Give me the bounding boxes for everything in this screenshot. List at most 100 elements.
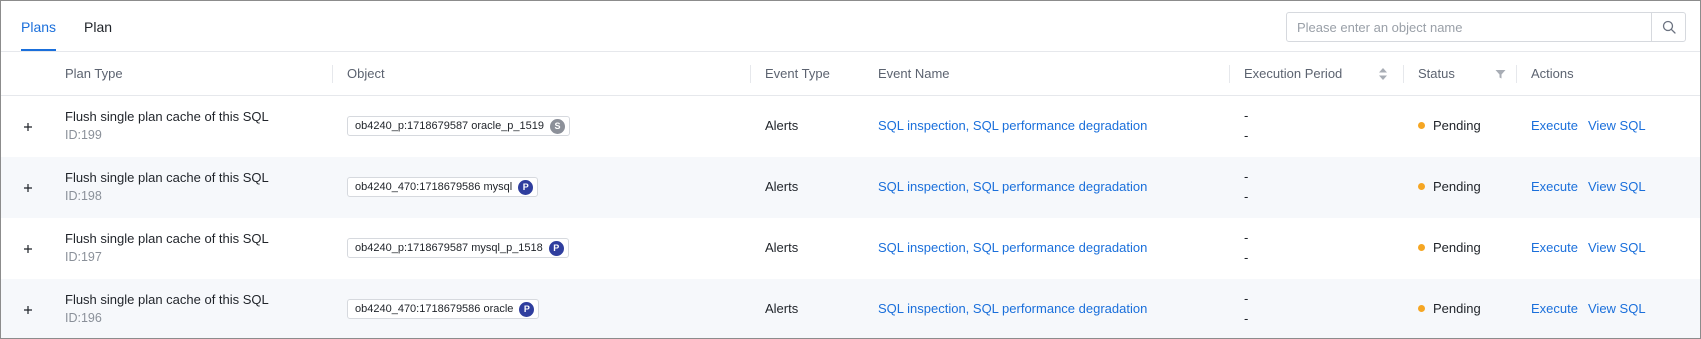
search-box	[1286, 12, 1686, 42]
event-type: Alerts	[765, 301, 799, 316]
object-tag: ob4240_470:1718679586 mysql P	[347, 177, 539, 197]
status-text: Pending	[1433, 240, 1481, 255]
object-tag: ob4240_p:1718679587 oracle_p_1519 S	[347, 116, 571, 136]
table-row: Flush single plan cache of this SQL ID:1…	[1, 279, 1700, 338]
table-row: Flush single plan cache of this SQL ID:1…	[1, 96, 1700, 157]
status-dot-pending	[1418, 244, 1425, 252]
active-tab-indicator	[21, 49, 56, 51]
column-divider	[750, 65, 751, 83]
top-bar: Plans Plan	[1, 1, 1700, 52]
execute-link[interactable]: Execute	[1531, 179, 1578, 194]
period-end: -	[1244, 128, 1249, 143]
period-start: -	[1244, 108, 1249, 123]
status-cell: Pending	[1418, 118, 1481, 133]
column-header-object: Object	[347, 66, 385, 81]
plan-id: ID:196	[65, 311, 102, 325]
plan-type-cell: Flush single plan cache of this SQL ID:1…	[65, 231, 269, 265]
object-type-badge: S	[550, 118, 566, 134]
object-name: ob4240_470:1718679586 mysql	[355, 181, 513, 193]
status-dot-pending	[1418, 305, 1425, 313]
table-row: Flush single plan cache of this SQL ID:1…	[1, 218, 1700, 279]
sort-icon[interactable]	[1378, 67, 1388, 81]
object-name: ob4240_470:1718679586 oracle	[355, 303, 514, 315]
view-sql-link[interactable]: View SQL	[1588, 118, 1646, 133]
plans-panel: Plans Plan Plan Type Object Event Type E…	[0, 0, 1701, 339]
column-divider	[1229, 65, 1230, 83]
column-divider	[1516, 65, 1517, 83]
period-start: -	[1244, 291, 1249, 306]
plan-id: ID:199	[65, 128, 102, 142]
table-header: Plan Type Object Event Type Event Name E…	[1, 52, 1700, 96]
expand-row-button[interactable]	[21, 303, 35, 317]
plus-icon	[24, 123, 32, 131]
view-sql-link[interactable]: View SQL	[1588, 179, 1646, 194]
view-sql-link[interactable]: View SQL	[1588, 240, 1646, 255]
plan-type: Flush single plan cache of this SQL	[65, 231, 269, 246]
plan-type-cell: Flush single plan cache of this SQL ID:1…	[65, 170, 269, 204]
execution-period-cell: - -	[1244, 228, 1248, 268]
event-name-link[interactable]: SQL inspection, SQL performance degradat…	[878, 179, 1147, 194]
execute-link[interactable]: Execute	[1531, 240, 1578, 255]
execution-period-cell: - -	[1244, 289, 1248, 329]
search-icon	[1662, 20, 1676, 34]
status-dot-pending	[1418, 122, 1425, 130]
plan-id: ID:197	[65, 250, 102, 264]
object-type-badge: P	[518, 179, 534, 195]
execution-period-cell: - -	[1244, 167, 1248, 207]
filter-icon[interactable]	[1495, 69, 1506, 80]
column-header-actions: Actions	[1531, 66, 1574, 81]
status-cell: Pending	[1418, 179, 1481, 194]
column-header-execution-period[interactable]: Execution Period	[1244, 52, 1342, 96]
plus-icon	[24, 245, 32, 253]
status-cell: Pending	[1418, 301, 1481, 316]
status-text: Pending	[1433, 301, 1481, 316]
event-name-link[interactable]: SQL inspection, SQL performance degradat…	[878, 301, 1147, 316]
event-type: Alerts	[765, 118, 799, 133]
plan-type-cell: Flush single plan cache of this SQL ID:1…	[65, 292, 269, 326]
event-name-link[interactable]: SQL inspection, SQL performance degradat…	[878, 118, 1147, 133]
plan-type: Flush single plan cache of this SQL	[65, 292, 269, 307]
expand-row-button[interactable]	[21, 181, 35, 195]
tab-plans[interactable]: Plans	[21, 18, 56, 36]
view-sql-link[interactable]: View SQL	[1588, 301, 1646, 316]
column-header-event-type: Event Type	[765, 66, 830, 81]
execute-link[interactable]: Execute	[1531, 118, 1578, 133]
object-name: ob4240_p:1718679587 mysql_p_1518	[355, 242, 543, 254]
event-name-link[interactable]: SQL inspection, SQL performance degradat…	[878, 240, 1147, 255]
object-name: ob4240_p:1718679587 oracle_p_1519	[355, 120, 545, 132]
event-type: Alerts	[765, 179, 799, 194]
status-text: Pending	[1433, 179, 1481, 194]
object-type-badge: P	[519, 301, 535, 317]
status-dot-pending	[1418, 183, 1425, 191]
column-header-status: Status	[1418, 66, 1455, 81]
column-divider	[332, 65, 333, 83]
object-tag: ob4240_470:1718679586 oracle P	[347, 299, 540, 319]
column-header-event-name: Event Name	[878, 66, 950, 81]
execution-period-cell: - -	[1244, 106, 1248, 146]
plan-id: ID:198	[65, 189, 102, 203]
status-text: Pending	[1433, 118, 1481, 133]
plus-icon	[24, 306, 32, 314]
plan-type: Flush single plan cache of this SQL	[65, 109, 269, 124]
plan-type: Flush single plan cache of this SQL	[65, 170, 269, 185]
period-end: -	[1244, 189, 1249, 204]
period-end: -	[1244, 250, 1249, 265]
status-cell: Pending	[1418, 240, 1481, 255]
expand-row-button[interactable]	[21, 120, 35, 134]
period-start: -	[1244, 230, 1249, 245]
column-divider	[1403, 65, 1404, 83]
column-header-plan-type: Plan Type	[65, 66, 123, 81]
search-button[interactable]	[1651, 13, 1685, 41]
event-type: Alerts	[765, 240, 799, 255]
period-end: -	[1244, 311, 1249, 326]
plus-icon	[24, 184, 32, 192]
plan-type-cell: Flush single plan cache of this SQL ID:1…	[65, 109, 269, 143]
object-type-badge: P	[548, 240, 564, 256]
expand-row-button[interactable]	[21, 242, 35, 256]
table-row: Flush single plan cache of this SQL ID:1…	[1, 157, 1700, 218]
search-input[interactable]	[1287, 13, 1651, 41]
period-start: -	[1244, 169, 1249, 184]
object-tag: ob4240_p:1718679587 mysql_p_1518 P	[347, 238, 569, 258]
execute-link[interactable]: Execute	[1531, 301, 1578, 316]
tab-plan[interactable]: Plan	[84, 18, 112, 36]
